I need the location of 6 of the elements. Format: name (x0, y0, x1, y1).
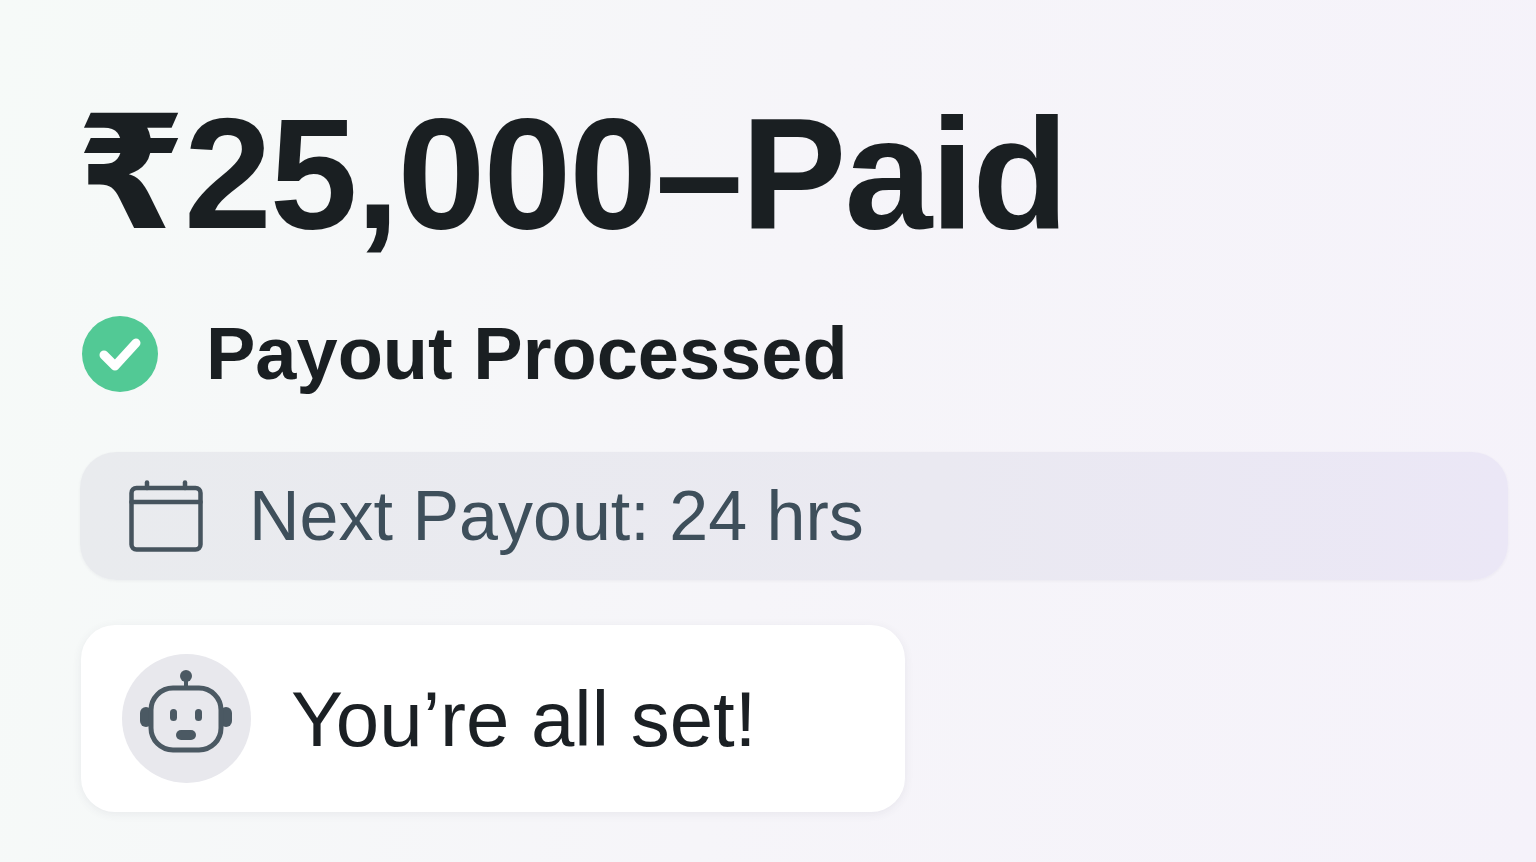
status-text: Payout Processed (206, 316, 848, 392)
robot-avatar-icon (122, 654, 251, 783)
message-text: You’re all set! (291, 673, 757, 764)
next-payout-text: Next Payout: 24 hrs (249, 476, 864, 556)
calendar-icon (129, 480, 203, 552)
amount-paid-heading: ₹25,000–Paid (76, 94, 1067, 252)
